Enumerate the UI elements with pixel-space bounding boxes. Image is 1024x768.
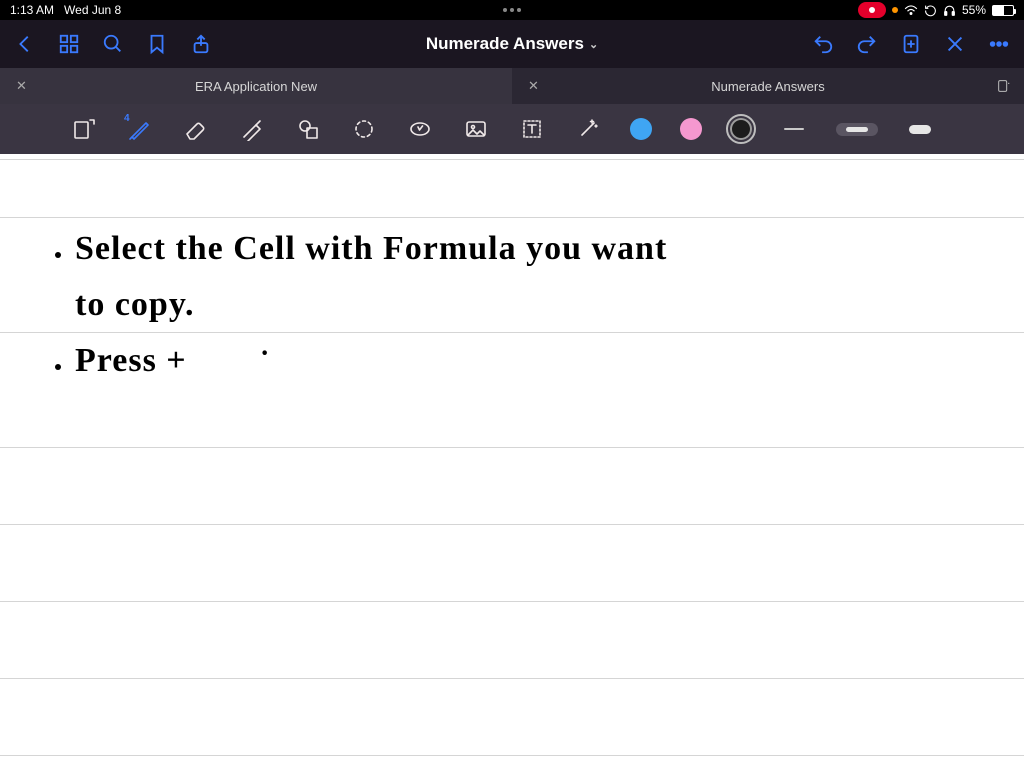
orange-dot-icon (892, 7, 898, 13)
status-right-cluster: 55% (858, 2, 1014, 18)
note-canvas[interactable]: Select the Cell with Formula you want to… (0, 154, 1024, 768)
battery-percent: 55% (962, 3, 986, 17)
tab-options-icon[interactable] (996, 78, 1012, 94)
highlighter-tool[interactable] (238, 115, 266, 143)
tab-close-icon[interactable]: ✕ (16, 78, 27, 94)
handwriting-line-2: to copy. (75, 288, 194, 322)
stamp-tool[interactable] (406, 115, 434, 143)
ios-status-bar: 1:13 AM Wed Jun 8 55% (0, 0, 1024, 20)
color-swatch-black[interactable] (730, 118, 752, 140)
back-icon[interactable] (14, 33, 36, 55)
status-time: 1:13 AM (10, 3, 54, 17)
lasso-tool[interactable] (350, 115, 378, 143)
handwriting-dot: · (260, 340, 270, 368)
redo-icon[interactable] (856, 33, 878, 55)
wifi-icon (904, 4, 918, 16)
battery-icon (992, 5, 1014, 16)
more-icon[interactable] (988, 33, 1010, 55)
color-swatch-blue[interactable] (630, 118, 652, 140)
share-icon[interactable] (190, 33, 212, 55)
pen-slot-number: 4 (124, 113, 130, 124)
eraser-tool[interactable] (182, 115, 210, 143)
app-header: Numerade Answers ⌄ (0, 20, 1024, 68)
headphones-icon (943, 4, 956, 17)
rotation-lock-icon (924, 4, 937, 17)
color-swatch-pink[interactable] (680, 118, 702, 140)
chevron-down-icon: ⌄ (589, 38, 598, 51)
tab-close-icon[interactable]: ✕ (528, 78, 539, 94)
status-date: Wed Jun 8 (64, 3, 121, 17)
image-tool[interactable] (462, 115, 490, 143)
new-page-icon[interactable] (900, 33, 922, 55)
grid-icon[interactable] (58, 33, 80, 55)
tab-bar: ✕ ERA Application New ✕ Numerade Answers (0, 68, 1024, 104)
bookmark-icon[interactable] (146, 33, 168, 55)
pen-tool[interactable]: 4 (126, 115, 154, 143)
shapes-tool[interactable] (294, 115, 322, 143)
document-title[interactable]: Numerade Answers ⌄ (426, 34, 598, 54)
multitask-dots[interactable] (503, 8, 521, 12)
magic-tool[interactable] (574, 115, 602, 143)
drawing-toolbar: 4 (0, 104, 1024, 154)
handwriting-line-3: Press + (75, 344, 187, 378)
tab-era-application[interactable]: ✕ ERA Application New (0, 68, 512, 104)
undo-icon[interactable] (812, 33, 834, 55)
stroke-thick[interactable] (906, 125, 934, 134)
page-template-tool[interactable] (70, 115, 98, 143)
screen-record-indicator[interactable] (858, 2, 886, 18)
tab-numerade-answers[interactable]: ✕ Numerade Answers (512, 68, 1024, 104)
stroke-thin[interactable] (780, 128, 808, 130)
close-icon[interactable] (944, 33, 966, 55)
stroke-medium[interactable] (836, 123, 878, 136)
document-title-text: Numerade Answers (426, 34, 584, 54)
handwriting-line-1: Select the Cell with Formula you want (75, 232, 667, 266)
search-icon[interactable] (102, 33, 124, 55)
tab-label: ERA Application New (195, 79, 317, 94)
bullet-icon (55, 364, 61, 370)
text-tool[interactable] (518, 115, 546, 143)
bullet-icon (55, 252, 61, 258)
tab-label: Numerade Answers (711, 79, 824, 94)
